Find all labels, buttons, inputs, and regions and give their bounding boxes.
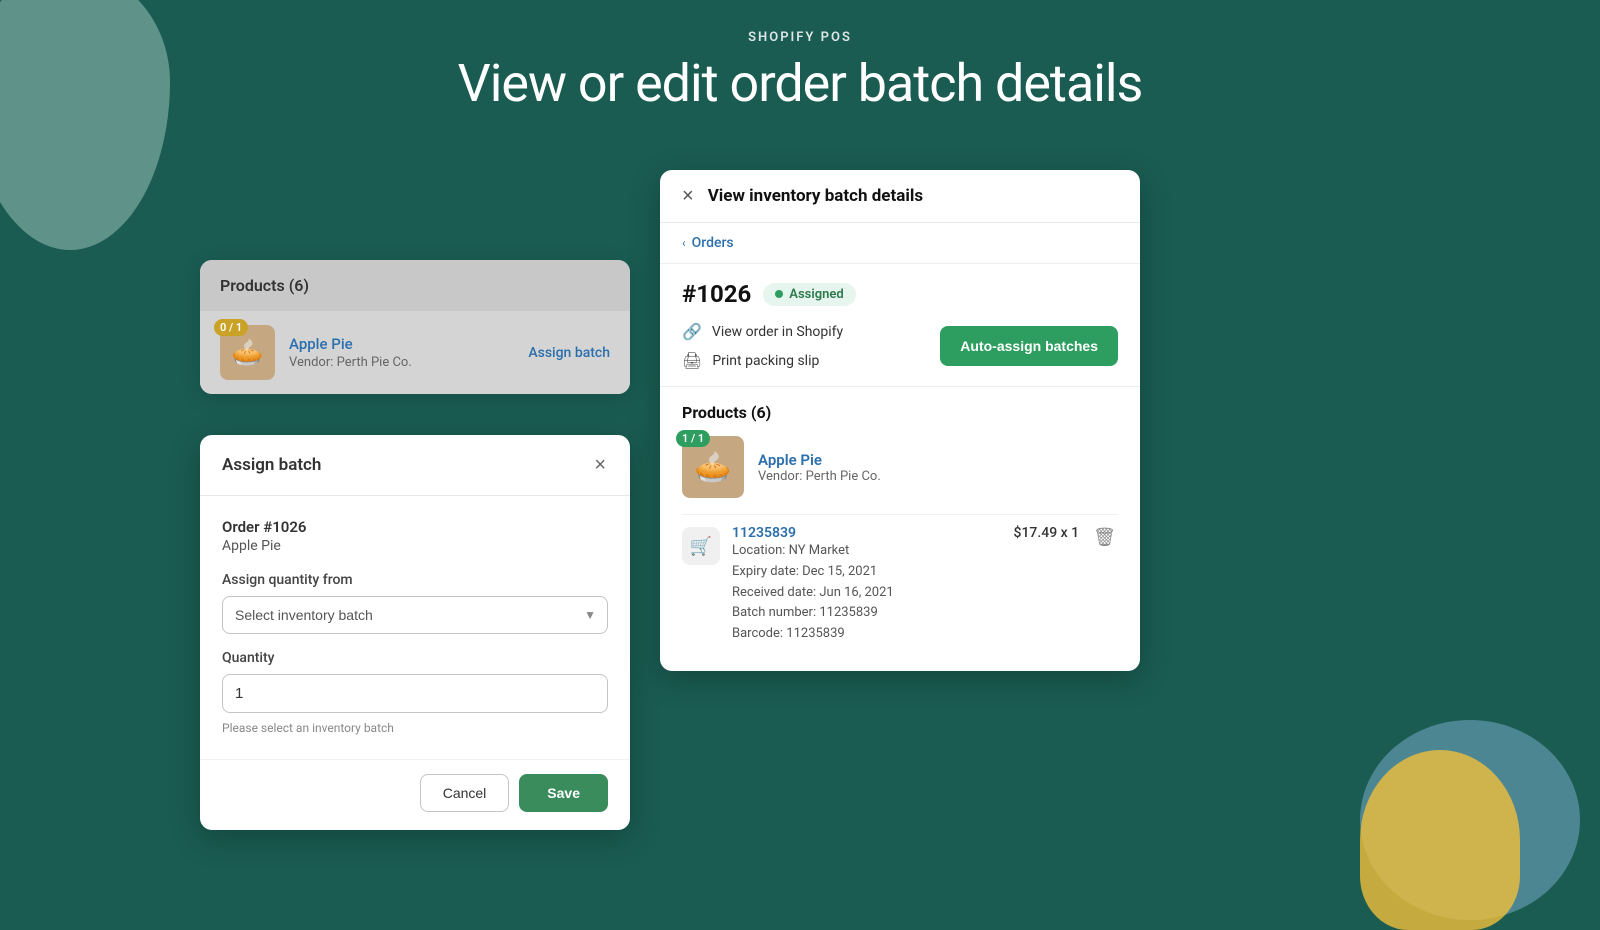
modal-header: Assign batch × (200, 435, 630, 496)
panel-products-title: Products (6) (682, 403, 1118, 422)
content-area: Products (6) 🥧 0 / 1 Apple Pie Vendor: P… (0, 160, 1600, 900)
product-name[interactable]: Apple Pie (289, 335, 514, 353)
batch-id-link[interactable]: 11235839 (732, 525, 1002, 541)
batch-received: Received date: Jun 16, 2021 (732, 583, 1002, 604)
panel-order-section: #1026 Assigned 🔗 View order in Shopify 🖨 (660, 264, 1140, 387)
cart-icon: 🛒 (690, 536, 712, 557)
order-number: #1026 (682, 280, 751, 308)
external-link-icon: 🔗 (682, 322, 702, 341)
panel-products-section: Products (6) 🥧 1 / 1 Apple Pie Vendor: P… (660, 387, 1140, 671)
batch-barcode: Barcode: 11235839 (732, 624, 1002, 645)
modal-title: Assign batch (222, 455, 321, 475)
breadcrumb-orders-link[interactable]: Orders (692, 235, 734, 251)
breadcrumb: ‹ Orders (660, 223, 1140, 264)
panel-title: View inventory batch details (708, 186, 923, 206)
product-emoji: 🥧 (231, 338, 263, 368)
batch-details: 11235839 Location: NY Market Expiry date… (732, 525, 1002, 645)
product-badge: 0 / 1 (214, 319, 248, 336)
panel-product-row: 🥧 1 / 1 Apple Pie Vendor: Perth Pie Co. (682, 436, 1118, 498)
batch-icon: 🛒 (682, 527, 720, 565)
breadcrumb-arrow-icon: ‹ (682, 236, 686, 250)
products-card-title: Products (6) (220, 276, 309, 295)
print-slip-link[interactable]: 🖨 Print packing slip (682, 351, 843, 370)
batch-expiry: Expiry date: Dec 15, 2021 (732, 562, 1002, 583)
panel-header: × View inventory batch details (660, 170, 1140, 223)
order-number-row: #1026 Assigned (682, 280, 1118, 308)
inventory-batch-select-wrapper: Select inventory batch ▼ (222, 596, 608, 634)
view-order-label: View order in Shopify (712, 324, 843, 340)
product-thumbnail-wrapper: 🥧 0 / 1 (220, 325, 275, 380)
panel-product-vendor: Vendor: Perth Pie Co. (758, 469, 881, 484)
panel-product-emoji: 🥧 (694, 450, 731, 485)
panel-content: ‹ Orders #1026 Assigned 🔗 View order in … (660, 223, 1140, 671)
quantity-label: Quantity (222, 650, 608, 666)
modal-close-button[interactable]: × (592, 453, 608, 477)
assign-batch-link[interactable]: Assign batch (528, 345, 610, 361)
auto-assign-button[interactable]: Auto-assign batches (940, 326, 1118, 366)
save-button[interactable]: Save (519, 774, 608, 812)
assign-qty-label: Assign quantity from (222, 572, 608, 588)
panel-product-name[interactable]: Apple Pie (758, 451, 881, 469)
panel-product-info: Apple Pie Vendor: Perth Pie Co. (758, 451, 881, 484)
panel-product-thumb: 🥧 1 / 1 (682, 436, 744, 498)
products-card-item: 🥧 0 / 1 Apple Pie Vendor: Perth Pie Co. … (200, 311, 630, 394)
print-icon: 🖨 (682, 351, 702, 370)
panel-product-badge: 1 / 1 (676, 430, 710, 447)
field-hint: Please select an inventory batch (222, 721, 608, 735)
inventory-batch-select[interactable]: Select inventory batch (222, 596, 608, 634)
batch-location: Location: NY Market (732, 541, 1002, 562)
batch-price: $17.49 x 1 (1014, 525, 1080, 541)
order-actions: 🔗 View order in Shopify 🖨 Print packing … (682, 322, 1118, 370)
inventory-panel: × View inventory batch details ‹ Orders … (660, 170, 1140, 671)
page-header: SHOPIFY POS View or edit order batch det… (0, 0, 1600, 114)
products-card: Products (6) 🥧 0 / 1 Apple Pie Vendor: P… (200, 260, 630, 394)
page-title: View or edit order batch details (0, 53, 1600, 114)
quantity-input[interactable] (222, 674, 608, 713)
batch-item-row: 🛒 11235839 Location: NY Market Expiry da… (682, 514, 1118, 655)
status-badge: Assigned (763, 283, 855, 306)
badge-dot (775, 290, 783, 298)
assign-batch-modal: Assign batch × Order #1026 Apple Pie Ass… (200, 435, 630, 830)
print-slip-label: Print packing slip (712, 353, 819, 369)
batch-number: Batch number: 11235839 (732, 603, 1002, 624)
status-badge-label: Assigned (789, 287, 843, 302)
page-subtitle: SHOPIFY POS (0, 30, 1600, 45)
view-order-link[interactable]: 🔗 View order in Shopify (682, 322, 843, 341)
modal-body: Order #1026 Apple Pie Assign quantity fr… (200, 496, 630, 751)
order-product: Apple Pie (222, 538, 608, 554)
products-card-header: Products (6) (200, 260, 630, 311)
product-vendor: Vendor: Perth Pie Co. (289, 355, 514, 370)
cancel-button[interactable]: Cancel (420, 774, 510, 812)
modal-footer: Cancel Save (200, 759, 630, 830)
order-label: Order #1026 (222, 518, 608, 536)
batch-delete-button[interactable]: 🗑 (1091, 525, 1118, 550)
product-info: Apple Pie Vendor: Perth Pie Co. (289, 335, 514, 370)
order-action-links: 🔗 View order in Shopify 🖨 Print packing … (682, 322, 843, 370)
panel-close-button[interactable]: × (682, 186, 694, 206)
trash-icon: 🗑 (1093, 527, 1116, 547)
